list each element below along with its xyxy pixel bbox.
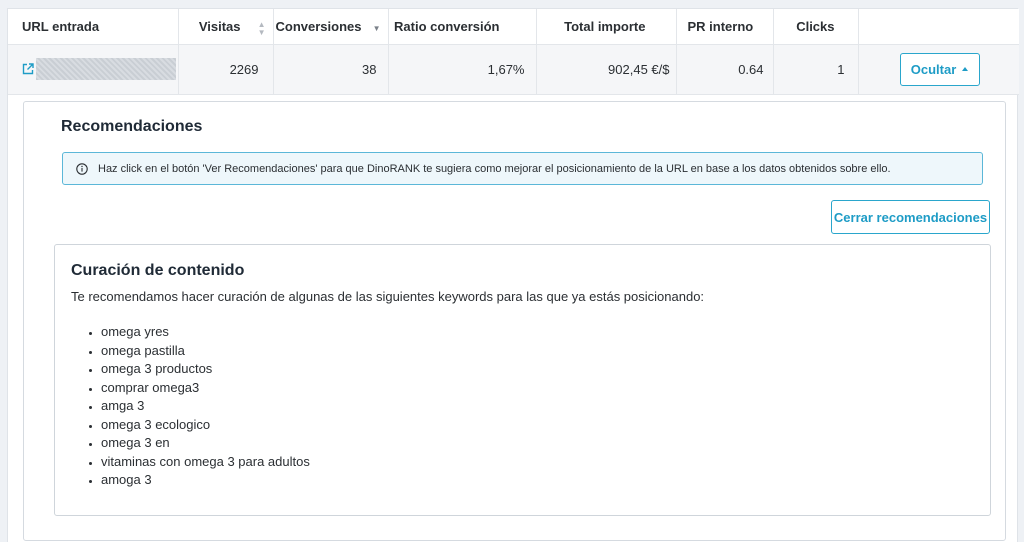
list-item: omega yres [101, 323, 310, 342]
list-item: amga 3 [101, 397, 310, 416]
pr-cell: 0.64 [676, 44, 774, 95]
table-header-row: URL entrada Visitas ▲ ▼ Conversiones ▼ Rati… [8, 9, 1019, 45]
list-item: amoga 3 [101, 471, 310, 490]
list-item: comprar omega3 [101, 379, 310, 398]
col-header-conversiones[interactable]: Conversiones ▼ [273, 9, 389, 45]
list-item: omega 3 en [101, 434, 310, 453]
col-header-clicks[interactable]: Clicks [773, 9, 859, 45]
col-header-pr[interactable]: PR interno [676, 9, 774, 45]
info-text: Haz click en el botón 'Ver Recomendacion… [98, 162, 891, 175]
sort-icon[interactable]: ▲ ▼ [258, 21, 266, 37]
list-item: vitaminas con omega 3 para adultos [101, 453, 310, 472]
url-table: URL entrada Visitas ▲ ▼ Conversiones ▼ Rati… [8, 9, 1019, 95]
visitas-cell: 2269 [178, 44, 274, 95]
recommendations-title: Recomendaciones [61, 118, 203, 135]
col-header-actions [858, 9, 1019, 45]
keyword-list: omega yres omega pastilla omega 3 produc… [101, 323, 310, 490]
list-item: omega 3 ecologico [101, 416, 310, 435]
url-table-container: URL entrada Visitas ▲ ▼ Conversiones ▼ Rati… [7, 8, 1019, 542]
col-header-ratio[interactable]: Ratio conversión [388, 9, 537, 45]
external-link-icon[interactable] [22, 63, 34, 75]
url-cell [8, 44, 179, 95]
clicks-cell: 1 [773, 44, 859, 95]
info-icon [76, 162, 88, 175]
list-item: omega pastilla [101, 342, 310, 361]
recommendations-panel: Recomendaciones Haz click en el botón 'V… [23, 101, 1006, 541]
table-row: 2269 38 1,67% 902,45 €/$ 0.64 1 Ocultar [8, 44, 1019, 95]
sort-desc-icon[interactable]: ▼ [373, 25, 381, 33]
col-header-importe[interactable]: Total importe [536, 9, 677, 45]
url-redacted[interactable] [36, 58, 176, 80]
ratio-cell: 1,67% [388, 44, 537, 95]
hide-button-label: Ocultar [910, 61, 957, 77]
close-recommendations-button[interactable]: Cerrar recomendaciones [831, 200, 990, 234]
col-header-url[interactable]: URL entrada [8, 9, 179, 45]
hide-button[interactable]: Ocultar [899, 52, 980, 86]
col-header-visitas[interactable]: Visitas ▲ ▼ [178, 9, 274, 45]
content-curation-card: Curación de contenido Te recomendamos ha… [54, 244, 991, 516]
info-alert: Haz click en el botón 'Ver Recomendacion… [62, 152, 983, 185]
importe-cell: 902,45 €/$ [536, 44, 677, 95]
list-item: omega 3 productos [101, 360, 310, 379]
caret-up-icon [962, 67, 969, 71]
conversiones-cell: 38 [273, 44, 389, 95]
actions-cell: Ocultar [858, 44, 1019, 95]
card-title: Curación de contenido [71, 262, 245, 279]
card-description: Te recomendamos hacer curación de alguna… [71, 289, 705, 304]
